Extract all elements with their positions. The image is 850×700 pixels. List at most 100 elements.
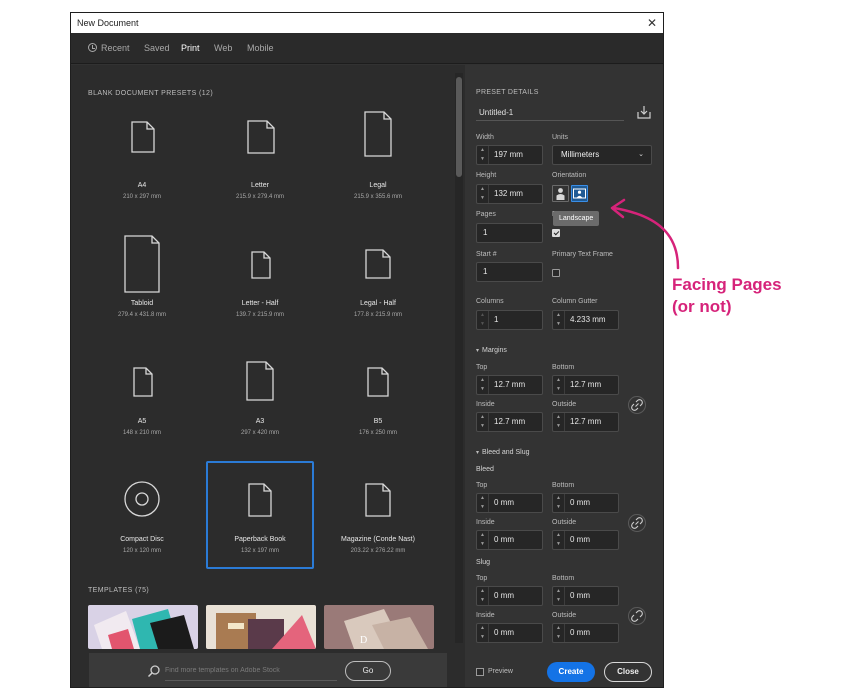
tab-print[interactable]: Print [181,33,200,64]
document-icon [248,483,272,517]
preset-compact-disc[interactable]: Compact Disc 120 x 120 mm [88,463,196,567]
tab-saved[interactable]: Saved [144,33,170,64]
stepper-arrows-icon[interactable]: ▲ ▼ [477,531,489,549]
document-icon [133,367,153,397]
document-icon [251,251,271,279]
stepper-arrows-icon[interactable]: ▲ ▼ [553,376,565,394]
preset-letter[interactable]: Letter 215.9 x 279.4 mm [206,109,314,213]
annotation-line-2: (or not) [672,297,732,316]
chevron-down-icon: ▾ [476,450,480,456]
scrollbar-thumb[interactable] [456,77,462,177]
portrait-orientation-button[interactable] [552,185,569,202]
preset-magazine[interactable]: Magazine (Conde Nast) 203.22 x 276.22 mm [324,463,432,567]
width-field[interactable]: ▲ ▼ 197 mm [476,145,543,165]
units-select[interactable]: Millimeters ⌄ [552,145,652,165]
bleed-outside-field[interactable]: ▲ ▼ 0 mm [552,530,619,550]
start-page-field[interactable]: 1 [476,262,543,282]
tab-mobile[interactable]: Mobile [247,33,274,64]
stepper-arrows-icon[interactable]: ▲ ▼ [553,494,565,512]
pages-field[interactable]: 1 [476,223,543,243]
create-button[interactable]: Create [547,662,595,682]
document-icon [367,367,389,397]
templates-heading: TEMPLATES (75) [88,587,150,594]
template-thumbnail[interactable] [88,605,198,649]
bleed-inside-field[interactable]: ▲ ▼ 0 mm [476,530,543,550]
preset-legal-half[interactable]: Legal - Half 177.8 x 215.9 mm [324,227,432,331]
preset-a4[interactable]: A4 210 x 297 mm [88,109,196,213]
bleed-slug-section-toggle[interactable]: ▾ Bleed and Slug [476,449,530,456]
preset-legal[interactable]: Legal 215.9 x 355.6 mm [324,109,432,213]
slug-top-field[interactable]: ▲ ▼ 0 mm [476,586,543,606]
landscape-orientation-button[interactable] [571,185,588,202]
margin-top-field[interactable]: ▲ ▼ 12.7 mm [476,375,543,395]
stepper-arrows-icon[interactable]: ▲ ▼ [477,413,489,431]
slug-inside-field[interactable]: ▲ ▼ 0 mm [476,623,543,643]
stepper-arrows-icon[interactable]: ▲ ▼ [477,587,489,605]
document-icon [365,249,391,279]
close-button[interactable]: Close [604,662,652,682]
margin-outside-field[interactable]: ▲ ▼ 12.7 mm [552,412,619,432]
template-thumbnail[interactable] [206,605,316,649]
stepper-arrows-icon[interactable]: ▲ ▼ [477,376,489,394]
stepper-arrows-icon[interactable]: ▲ ▼ [553,311,565,329]
link-slug-button[interactable] [628,607,646,625]
close-icon[interactable]: ✕ [647,13,657,33]
column-gutter-field[interactable]: ▲ ▼ 4.233 mm [552,310,619,330]
slug-outside-field[interactable]: ▲ ▼ 0 mm [552,623,619,643]
save-preset-icon[interactable] [637,105,651,119]
preset-tabloid[interactable]: Tabloid 279.4 x 431.8 mm [88,227,196,331]
primary-text-frame-checkbox[interactable] [552,269,560,277]
document-icon [124,235,160,293]
presets-panel: BLANK DOCUMENT PRESETS (12) A4 210 x 297… [71,65,465,687]
annotation-text: Facing Pages (or not) [672,274,842,318]
stepper-arrows-icon[interactable]: ▲ ▼ [477,146,489,164]
stepper-arrows-icon[interactable]: ▲ ▼ [477,311,489,329]
slug-bottom-field[interactable]: ▲ ▼ 0 mm [552,586,619,606]
link-margins-button[interactable] [628,396,646,414]
template-search-input[interactable] [165,661,337,681]
preset-details-heading: PRESET DETAILS [476,89,539,96]
preset-b5[interactable]: B5 176 x 250 mm [324,345,432,449]
columns-field[interactable]: ▲ ▼ 1 [476,310,543,330]
new-document-dialog: New Document ✕ Recent Saved Print Web Mo… [70,12,664,688]
margin-bottom-field[interactable]: ▲ ▼ 12.7 mm [552,375,619,395]
preset-details-panel: PRESET DETAILS Untitled-1 Width ▲ ▼ 197 mm… [465,65,663,687]
bleed-top-field[interactable]: ▲ ▼ 0 mm [476,493,543,513]
bleed-bottom-field[interactable]: ▲ ▼ 0 mm [552,493,619,513]
landscape-icon [573,188,586,199]
chain-link-icon [631,399,643,411]
stepper-arrows-icon[interactable]: ▲ ▼ [477,624,489,642]
document-name-field[interactable]: Untitled-1 [476,105,624,121]
preset-paperback-book[interactable]: Paperback Book 132 x 197 mm [206,461,314,569]
preset-letter-half[interactable]: Letter - Half 139.7 x 215.9 mm [206,227,314,331]
landscape-tooltip: Landscape [553,211,600,226]
stepper-arrows-icon[interactable]: ▲ ▼ [477,185,489,203]
template-thumbnail[interactable]: D [324,605,434,649]
stepper-arrows-icon[interactable]: ▲ ▼ [553,531,565,549]
height-field[interactable]: ▲ ▼ 132 mm [476,184,543,204]
tab-web[interactable]: Web [214,33,232,64]
stepper-arrows-icon[interactable]: ▲ ▼ [477,494,489,512]
document-icon [246,361,274,401]
stepper-arrows-icon[interactable]: ▲ ▼ [553,624,565,642]
document-icon [247,120,275,154]
broken-link-icon [631,610,643,622]
margin-inside-field[interactable]: ▲ ▼ 12.7 mm [476,412,543,432]
go-button[interactable]: Go [345,661,391,681]
preview-checkbox[interactable] [476,668,484,676]
preset-a3[interactable]: A3 297 x 420 mm [206,345,314,449]
title-bar: New Document ✕ [71,13,663,33]
link-bleed-button[interactable] [628,514,646,532]
document-icon [131,121,155,153]
chevron-down-icon: ▾ [476,348,480,354]
stepper-arrows-icon[interactable]: ▲ ▼ [553,587,565,605]
portrait-icon [556,188,565,200]
category-tabs: Recent Saved Print Web Mobile [71,33,663,64]
preset-a5[interactable]: A5 148 x 210 mm [88,345,196,449]
chain-link-icon [631,517,643,529]
stepper-arrows-icon[interactable]: ▲ ▼ [553,413,565,431]
margins-section-toggle[interactable]: ▾ Margins [476,347,507,354]
disc-icon [124,481,160,517]
facing-pages-checkbox[interactable] [552,229,560,237]
tab-recent[interactable]: Recent [88,33,130,64]
